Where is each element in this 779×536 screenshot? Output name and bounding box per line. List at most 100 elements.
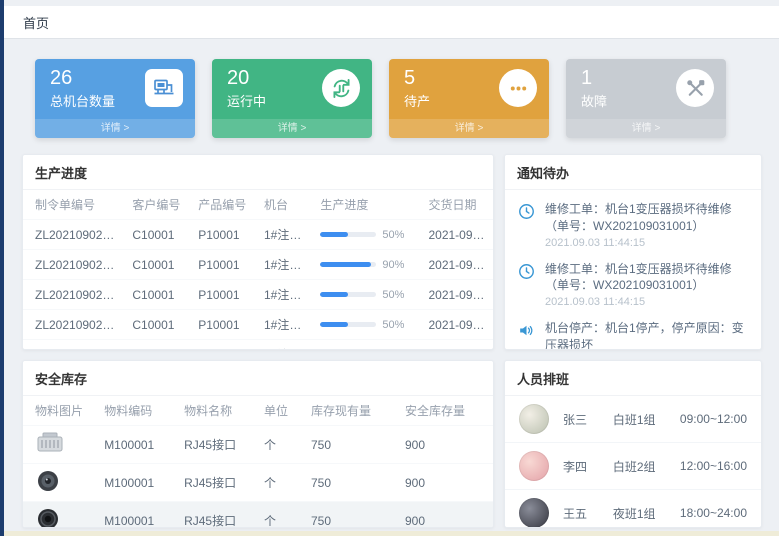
product-no: P10001 <box>192 250 258 280</box>
dashboard-page: 首页 26 总机台数量 详情 > <box>0 0 779 536</box>
stat-card-fault[interactable]: 1 故障 详情 > <box>566 59 726 138</box>
stat-label: 故障 <box>581 91 607 110</box>
detail-link[interactable]: 详情 > <box>566 119 726 138</box>
avatar <box>519 404 549 434</box>
detail-link[interactable]: 详情 > <box>389 119 549 138</box>
safety-qty: 900 <box>399 464 493 502</box>
product-no: P10001 <box>192 280 258 310</box>
running-icon <box>322 69 360 107</box>
notice-text: 维修工单：机台1变压器损坏待维修（单号：WX202109031001） <box>545 261 749 295</box>
window-bottom-edge <box>4 531 779 536</box>
progress-label: 50% <box>382 349 404 351</box>
progress-label: 50% <box>382 289 404 301</box>
progress-cell: 90% <box>314 250 422 280</box>
person-name: 王五 <box>563 505 613 522</box>
material-photo-cell <box>23 502 98 529</box>
delivery-date: 2021-09-10 <box>422 340 493 351</box>
shift-time: 18:00~24:00 <box>680 506 747 520</box>
standby-icon <box>499 69 537 107</box>
notices-panel: 通知待办 维修工单：机台1变压器损坏待维修（单号：WX202109031001）… <box>504 154 762 350</box>
shift-time: 09:00~12:00 <box>680 412 747 426</box>
person-name: 张三 <box>563 411 613 428</box>
material-unit: 个 <box>258 464 305 502</box>
card-content: 5 待产 <box>389 59 549 110</box>
speaker-icon <box>517 320 537 350</box>
customer-no: C10001 <box>126 310 192 340</box>
notice-item[interactable]: 维修工单：机台1变压器损坏待维修（单号：WX202109031001） 2021… <box>517 255 749 315</box>
progress-cell: 50% <box>314 340 422 351</box>
order-no: ZL202109021001 <box>23 220 126 250</box>
topbar: 首页 <box>4 6 779 39</box>
avatar <box>519 498 549 528</box>
schedule-row: 李四 白班2组 12:00~16:00 <box>505 443 761 490</box>
stat-label: 运行中 <box>227 91 266 110</box>
table-header-row: 制令单编号 客户编号 产品编号 机台 生产进度 交货日期 <box>23 190 493 220</box>
notice-time: 2021.09.03 11:44:15 <box>545 296 749 308</box>
stat-card-total-machines[interactable]: 26 总机台数量 详情 > <box>35 59 195 138</box>
stat-label: 总机台数量 <box>50 91 115 110</box>
inventory-panel: 安全库存 物料图片 物料编码 物料名称 单位 库存现有量 安全库存量 <box>22 360 494 528</box>
stat-cards-row: 26 总机台数量 详情 > 20 <box>35 59 763 138</box>
connector-photo <box>35 469 61 493</box>
progress-label: 90% <box>382 259 404 271</box>
panel-title: 生产进度 <box>23 155 493 190</box>
schedule-list: 张三 白班1组 09:00~12:00 李四 白班2组 12:00~16:00 … <box>505 396 761 528</box>
shift-label: 白班1组 <box>613 411 680 428</box>
stat-value: 26 <box>50 66 115 90</box>
progress-bar <box>320 322 376 327</box>
material-code: M100001 <box>98 502 178 529</box>
inventory-table: 物料图片 物料编码 物料名称 单位 库存现有量 安全库存量 <box>23 396 493 528</box>
order-no: ZL202109021001 <box>23 250 126 280</box>
card-text: 20 运行中 <box>227 66 266 110</box>
col-header: 生产进度 <box>314 190 422 220</box>
delivery-date: 2021-09-10 <box>422 250 493 280</box>
panel-title: 通知待办 <box>505 155 761 190</box>
notice-list: 维修工单：机台1变压器损坏待维修（单号：WX202109031001） 2021… <box>505 190 761 350</box>
machine-name: 1#注塑机 <box>258 340 314 351</box>
stat-card-standby[interactable]: 5 待产 详情 > <box>389 59 549 138</box>
card-text: 1 故障 <box>581 66 607 110</box>
material-name: RJ45接口 <box>178 426 258 464</box>
shift-time: 12:00~16:00 <box>680 459 747 473</box>
col-header: 机台 <box>258 190 314 220</box>
stock-qty: 750 <box>305 502 399 529</box>
notice-body: 维修工单：机台1变压器损坏待维修（单号：WX202109031001） 2021… <box>545 201 749 249</box>
stock-qty: 750 <box>305 426 399 464</box>
card-text: 5 待产 <box>404 66 430 110</box>
material-code: M100001 <box>98 464 178 502</box>
card-content: 26 总机台数量 <box>35 59 195 110</box>
table-row: M100001 RJ45接口 个 750 900 <box>23 464 493 502</box>
detail-link[interactable]: 详情 > <box>212 119 372 138</box>
card-content: 1 故障 <box>566 59 726 110</box>
material-name: RJ45接口 <box>178 464 258 502</box>
customer-no: C10001 <box>126 280 192 310</box>
detail-link[interactable]: 详情 > <box>35 119 195 138</box>
delivery-date: 2021-09-10 <box>422 220 493 250</box>
notice-item[interactable]: 机台停产：机台1停产，停产原因：变压器损坏 2021.09.03 11:44:1… <box>517 314 749 350</box>
product-no: P10001 <box>192 310 258 340</box>
notice-text: 维修工单：机台1变压器损坏待维修（单号：WX202109031001） <box>545 201 749 235</box>
delivery-date: 2021-09-10 <box>422 310 493 340</box>
production-table: 制令单编号 客户编号 产品编号 机台 生产进度 交货日期 ZL202109021… <box>23 190 493 350</box>
panel-title: 人员排班 <box>505 361 761 396</box>
schedule-panel: 人员排班 张三 白班1组 09:00~12:00 李四 白班2组 12:00~1… <box>504 360 762 528</box>
col-header: 单位 <box>258 396 305 426</box>
shift-label: 夜班1组 <box>613 505 680 522</box>
stat-value: 5 <box>404 66 430 90</box>
material-code: M100001 <box>98 426 178 464</box>
stat-label: 待产 <box>404 91 430 110</box>
clock-icon <box>517 201 537 249</box>
progress-bar <box>320 262 376 267</box>
col-header: 物料图片 <box>23 396 98 426</box>
notice-time: 2021.09.03 11:44:15 <box>545 237 749 249</box>
machine-icon <box>145 69 183 107</box>
progress-cell: 50% <box>314 310 422 340</box>
avatar <box>519 451 549 481</box>
notice-item[interactable]: 维修工单：机台1变压器损坏待维修（单号：WX202109031001） 2021… <box>517 195 749 255</box>
col-header: 物料编码 <box>98 396 178 426</box>
col-header: 物料名称 <box>178 396 258 426</box>
tab-home[interactable]: 首页 <box>23 13 49 32</box>
stat-card-running[interactable]: 20 运行中 详情 > <box>212 59 372 138</box>
progress-cell: 50% <box>314 280 422 310</box>
schedule-row: 王五 夜班1组 18:00~24:00 <box>505 490 761 528</box>
